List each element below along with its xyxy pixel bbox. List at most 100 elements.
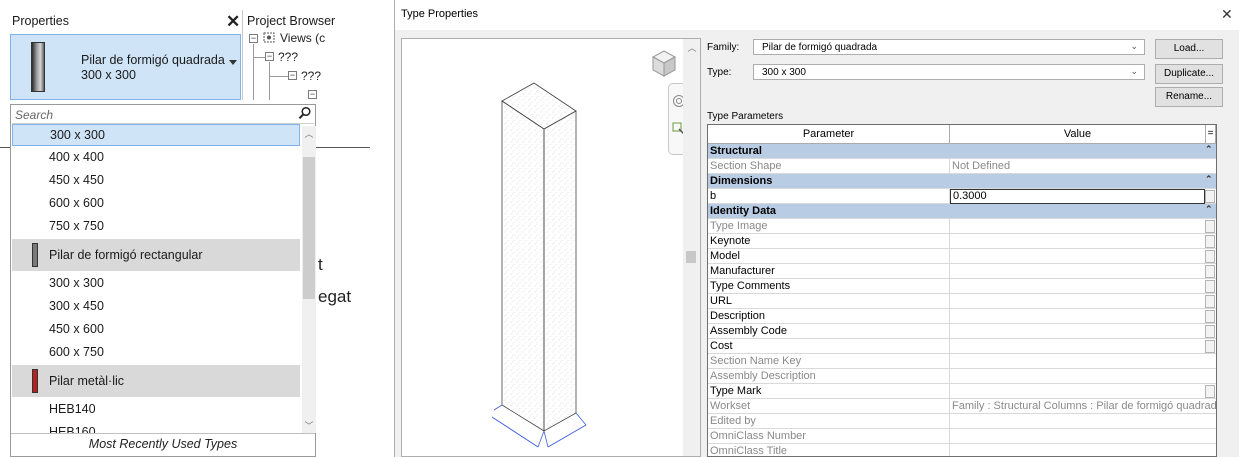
parameter-row[interactable]: Assembly Description <box>708 369 1216 384</box>
family-header: Pilar metàl·lic <box>12 365 300 397</box>
parameter-row[interactable]: Type Mark <box>708 384 1216 399</box>
group-label: Dimensions <box>710 175 773 187</box>
grid-scrollbar[interactable]: ︿ <box>1216 125 1217 457</box>
cell-divider <box>949 384 950 399</box>
parameter-row[interactable]: b 0.3000 <box>708 189 1216 204</box>
parameter-row[interactable]: Section Shape Not Defined <box>708 159 1216 174</box>
type-properties-dialog: Type Properties ✕ ︿ Family: Pilar de for… <box>394 0 1239 457</box>
project-browser-title: Project Browser <box>247 14 336 28</box>
collapse-icon[interactable]: ⌃ <box>1205 174 1213 185</box>
parameter-row[interactable]: Type Image <box>708 219 1216 234</box>
associate-parameter-button[interactable] <box>1205 250 1215 263</box>
column-header-associate[interactable]: = <box>1206 125 1216 144</box>
tree-line <box>269 62 270 100</box>
parameter-name: Type Mark <box>710 385 762 397</box>
tree-collapse-icon[interactable]: − <box>308 90 317 99</box>
parameter-value[interactable]: Not Defined <box>952 160 1010 172</box>
type-list-item[interactable]: 400 x 400 <box>12 147 300 169</box>
parameter-row[interactable]: Edited by <box>708 414 1216 429</box>
parameter-row[interactable]: Description <box>708 309 1216 324</box>
scroll-up-icon[interactable]: ︿ <box>1216 127 1217 140</box>
dropdown-arrow-icon[interactable] <box>229 60 237 65</box>
cell-divider <box>949 279 950 294</box>
type-list-item[interactable]: 750 x 750 <box>12 216 300 238</box>
associate-parameter-button[interactable] <box>1205 235 1215 248</box>
cell-divider <box>949 444 950 456</box>
type-list-item[interactable]: 300 x 300 <box>12 124 300 146</box>
cell-divider <box>949 414 950 429</box>
preview-scrollbar[interactable]: ︿ <box>683 39 700 456</box>
parameter-name: OmniClass Title <box>710 445 788 457</box>
load-button[interactable]: Load... <box>1155 39 1223 59</box>
scroll-up-icon[interactable]: ︿ <box>685 41 699 54</box>
associate-parameter-button[interactable] <box>1205 385 1215 398</box>
collapse-icon[interactable]: ⌃ <box>1205 144 1213 155</box>
preview-pane: ︿ <box>401 38 701 457</box>
associate-parameter-button[interactable] <box>1205 340 1215 353</box>
tree-node-label[interactable]: ??? <box>301 69 321 83</box>
type-list-item[interactable]: 300 x 300 <box>12 273 300 295</box>
associate-parameter-button[interactable] <box>1205 190 1215 203</box>
parameter-row[interactable]: URL <box>708 294 1216 309</box>
parameter-row[interactable]: Keynote <box>708 234 1216 249</box>
parameter-group-row[interactable]: Dimensions ⌃ <box>708 174 1216 189</box>
parameter-row[interactable]: Model <box>708 249 1216 264</box>
viewcube-icon[interactable] <box>651 49 677 79</box>
close-icon[interactable]: ✕ <box>1221 6 1233 23</box>
tree-collapse-icon[interactable]: − <box>288 71 297 80</box>
tree-node-label[interactable]: ??? <box>278 50 298 64</box>
parameter-value[interactable]: Family : Structural Columns : Pilar de f… <box>952 400 1216 412</box>
parameter-row[interactable]: Assembly Code <box>708 324 1216 339</box>
most-recently-used-bar[interactable]: Most Recently Used Types <box>11 433 315 455</box>
parameter-row[interactable]: Workset Family : Structural Columns : Pil… <box>708 399 1216 414</box>
dialog-titlebar: Type Properties ✕ <box>395 0 1239 30</box>
column-header-parameter[interactable]: Parameter <box>708 125 950 144</box>
type-list-item[interactable]: 450 x 450 <box>12 170 300 192</box>
tree-collapse-icon[interactable]: − <box>265 52 274 61</box>
parameter-group-row[interactable]: Structural ⌃ <box>708 144 1216 159</box>
properties-area: Properties ✕ Project Browser − Views (c … <box>0 0 370 457</box>
parameter-group-row[interactable]: Identity Data ⌃ <box>708 204 1216 219</box>
parameter-row[interactable]: OmniClass Title <box>708 444 1216 457</box>
parameter-name: Edited by <box>710 415 756 427</box>
search-input[interactable] <box>12 106 314 124</box>
parameter-name: Description <box>710 310 766 322</box>
type-list-item-label: 300 x 450 <box>49 299 104 313</box>
dropdown-scrollbar-thumb[interactable] <box>303 157 315 299</box>
associate-parameter-button[interactable] <box>1205 295 1215 308</box>
cell-divider <box>949 264 950 279</box>
duplicate-button[interactable]: Duplicate... <box>1155 64 1223 84</box>
column-thumbnail-icon <box>31 42 45 92</box>
type-list-item[interactable]: 600 x 600 <box>12 193 300 215</box>
associate-parameter-button[interactable] <box>1205 325 1215 338</box>
tree-views-label[interactable]: Views (c <box>280 31 325 45</box>
type-list-item[interactable]: 300 x 450 <box>12 296 300 318</box>
associate-parameter-button[interactable] <box>1205 310 1215 323</box>
parameter-row[interactable]: Section Name Key <box>708 354 1216 369</box>
associate-parameter-button[interactable] <box>1205 220 1215 233</box>
type-list-item[interactable]: 600 x 750 <box>12 342 300 364</box>
preview-scrollbar-thumb[interactable] <box>686 251 696 263</box>
properties-close-icon[interactable]: ✕ <box>226 10 240 34</box>
cell-divider <box>949 354 950 369</box>
cell-divider <box>949 309 950 324</box>
search-icon[interactable] <box>298 106 312 120</box>
parameter-row[interactable]: Manufacturer <box>708 264 1216 279</box>
parameter-row[interactable]: Type Comments <box>708 279 1216 294</box>
parameter-row[interactable]: OmniClass Number <box>708 429 1216 444</box>
rename-button[interactable]: Rename... <box>1155 87 1223 107</box>
type-list-item[interactable]: HEB140 <box>12 399 300 421</box>
collapse-icon[interactable]: ⌃ <box>1205 204 1213 215</box>
scroll-down-icon[interactable]: ﹀ <box>302 419 316 432</box>
associate-parameter-button[interactable] <box>1205 265 1215 278</box>
family-select[interactable]: Pilar de formigó quadrada ⌄ <box>753 39 1145 55</box>
tree-collapse-icon[interactable]: − <box>249 34 258 43</box>
scroll-up-icon[interactable]: ︿ <box>302 127 316 140</box>
column-header-value[interactable]: Value <box>950 125 1206 144</box>
associate-parameter-button[interactable] <box>1205 280 1215 293</box>
type-select[interactable]: 300 x 300 ⌄ <box>753 64 1145 80</box>
parameter-row[interactable]: Cost <box>708 339 1216 354</box>
type-list-item[interactable]: 450 x 600 <box>12 319 300 341</box>
value-input[interactable]: 0.3000 <box>950 189 1205 204</box>
cell-divider <box>949 234 950 249</box>
